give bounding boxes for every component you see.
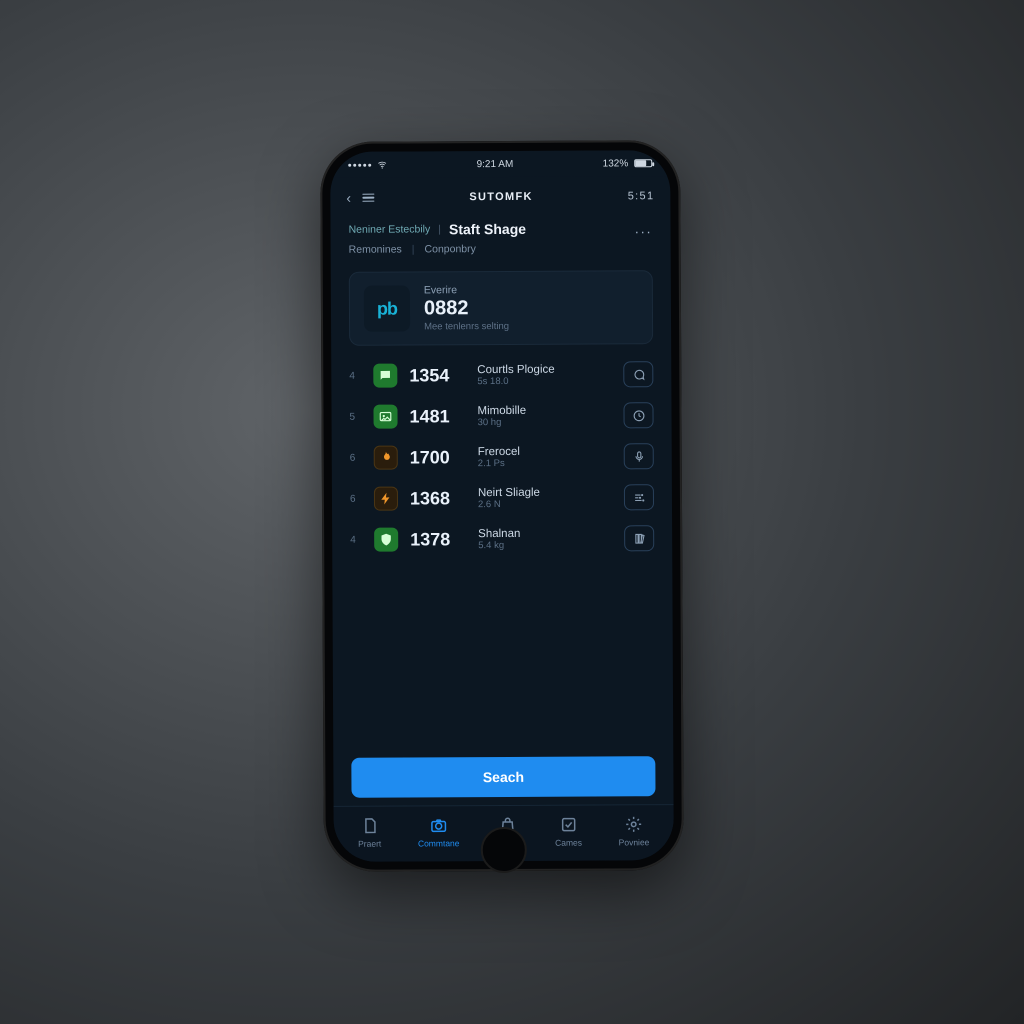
card-sub: Mee tenlenrs selting [424,321,509,332]
chat-icon [373,364,397,388]
tabbar-item[interactable]: Commtane [418,815,460,848]
row-detail: 30 hg [478,416,612,428]
row-number: 1368 [410,488,466,509]
row-title: Neirt Sliagle [478,486,612,499]
row-action-button[interactable] [624,443,654,469]
status-time: 9:21 AM [477,158,514,169]
titlebar: ‹ SUTOMFK 5:51 [330,176,670,218]
row-action-button[interactable] [624,484,654,510]
card-value: 0882 [424,297,509,320]
camera-icon [428,815,450,835]
home-button[interactable] [481,827,527,873]
sub-tabs: Remonines | Conponbry [331,238,671,266]
row-number: 1354 [409,365,465,386]
doc-icon [359,816,381,836]
row-title: Mimobille [477,404,611,417]
tabbar-label: Praert [358,839,381,849]
tabbar-label: Povniee [619,837,650,847]
list-item[interactable]: 6 1368 Neirt Sliagle2.6 N [350,477,654,520]
list-item[interactable]: 4 1354 Courtls Plogice5s 18.0 [349,354,653,397]
tab-conponbry[interactable]: Conponbry [424,243,475,255]
row-index: 5 [350,411,362,422]
back-icon[interactable]: ‹ [346,190,352,206]
row-number: 1481 [409,406,465,427]
tabbar-item[interactable]: Cames [555,815,582,848]
tabbar-item[interactable]: Praert [358,816,381,849]
tabbar-label: Cames [555,838,582,848]
wifi-icon [377,160,387,170]
battery-icon [634,159,652,167]
row-index: 6 [350,493,362,504]
breadcrumb-link[interactable]: Neniner Estecbily [349,223,431,235]
tabbar-label: Commtane [418,838,460,848]
row-title: Frerocel [478,445,612,458]
row-detail: 5s 18.0 [477,375,611,387]
signal-dots-icon [348,163,371,166]
photo-icon [373,405,397,429]
bolt-icon [374,487,398,511]
row-action-button[interactable] [623,402,653,428]
list-item[interactable]: 5 1481 Mimobille30 hg [349,395,653,438]
row-number: 1378 [410,529,466,550]
battery-pct: 132% [603,158,629,169]
tab-remonines[interactable]: Remonines [349,244,402,256]
page-title: Staft Shage [449,221,526,237]
row-title: Shalnan [478,527,612,540]
more-icon[interactable]: ... [635,220,653,236]
row-detail: 2.1 Ps [478,457,612,469]
screen: 9:21 AM 132% ‹ SUTOMFK 5:51 Neniner Este… [330,150,674,862]
phone-frame: 9:21 AM 132% ‹ SUTOMFK 5:51 Neniner Este… [320,140,684,872]
row-index: 6 [350,452,362,463]
row-index: 4 [349,370,361,381]
status-bar: 9:21 AM 132% [330,150,670,178]
summary-card[interactable]: pb Everire 0882 Mee tenlenrs selting [349,270,653,346]
row-detail: 2.6 N [478,498,612,510]
menu-icon[interactable] [362,193,374,202]
row-title: Courtls Plogice [477,363,611,376]
shield-icon [374,528,398,552]
app-title: SUTOMFK [469,191,532,203]
titlebar-clock: 5:51 [628,190,655,202]
row-index: 4 [350,534,362,545]
brand-logo: pb [364,285,410,331]
subheader: Neniner Estecbily | Staft Shage ... [330,216,670,240]
flame-icon [374,446,398,470]
list-item[interactable]: 6 1700 Frerocel2.1 Ps [350,436,654,479]
list-item[interactable]: 4 1378 Shalnan5.4 kg [350,518,654,561]
tabbar-item[interactable]: Povniee [619,814,650,847]
card-label: Everire [424,284,509,296]
row-action-button[interactable] [624,525,654,551]
check-icon [557,815,579,835]
row-action-button[interactable] [623,361,653,387]
row-number: 1700 [410,447,466,468]
results-list: 4 1354 Courtls Plogice5s 18.0 5 1481 Mimobill… [331,354,673,748]
gear-icon [623,814,645,834]
row-detail: 5.4 kg [478,539,612,551]
search-button[interactable]: Seach [351,756,655,798]
